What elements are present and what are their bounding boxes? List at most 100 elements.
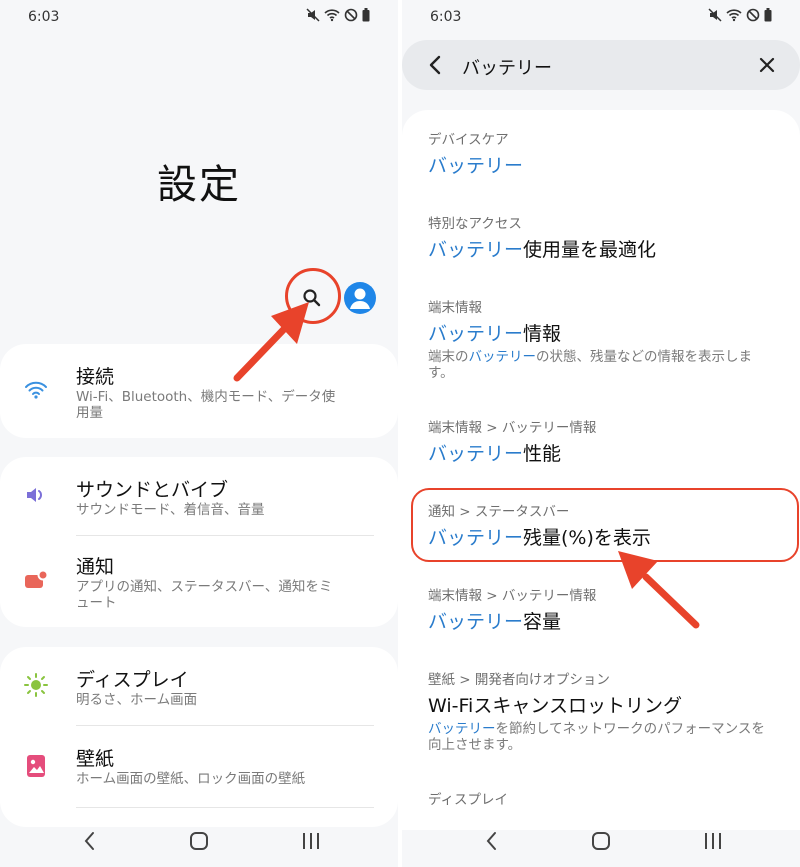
result-path: 端末情報 > バッテリー情報 (428, 588, 597, 604)
profile-icon (350, 288, 370, 309)
close-icon (759, 57, 775, 73)
search-input[interactable]: バッテリー (462, 54, 552, 80)
status-time: 6:03 (430, 9, 462, 25)
blocked-icon (344, 8, 358, 22)
result-desc-match: バッテリー (428, 721, 496, 737)
back-icon (429, 55, 441, 75)
result-title-rest: 残量(%)を表示 (523, 527, 651, 549)
result-title: バッテリー容量 (428, 609, 778, 635)
mute-icon (708, 8, 722, 22)
search-result[interactable]: 通知 > ステータスバー バッテリー残量(%)を表示 (428, 504, 778, 551)
search-result[interactable]: 壁紙 > 開発者向けオプション Wi-Fiスキャンスロットリング バッテリーを節… (428, 672, 778, 753)
profile-button[interactable] (344, 282, 376, 314)
result-path: 特別なアクセス (428, 216, 522, 232)
result-title-match: バッテリー (428, 527, 524, 549)
result-title: バッテリー性能 (428, 441, 778, 467)
settings-item-title: サウンドとバイブ (76, 479, 229, 501)
page-title: 設定 (157, 162, 241, 208)
nav-recents-button[interactable] (296, 829, 326, 853)
result-title-match: バッテリー (428, 155, 524, 177)
settings-item-subtitle: アプリの通知、ステータスバー、通知をミュート (76, 579, 333, 611)
nav-home-icon (592, 832, 610, 850)
settings-item-display[interactable]: ディスプレイ 明るさ、ホーム画面 (0, 647, 398, 725)
battery-icon (764, 8, 772, 22)
settings-item-subtitle: サウンドモード、着信音、音量 (76, 502, 265, 518)
result-path: 通知 > ステータスバー (428, 504, 570, 520)
result-title-match: バッテリー (428, 611, 524, 633)
status-bar: 6:03 (28, 8, 370, 28)
result-description: バッテリーを節約してネットワークのパフォーマンスを向上させます。 (428, 721, 768, 753)
wifi-status-icon (726, 9, 742, 22)
nav-home-button[interactable] (184, 829, 214, 853)
blocked-icon (746, 8, 760, 22)
search-bar: バッテリー (402, 40, 800, 90)
result-path: 端末情報 > バッテリー情報 (428, 420, 597, 436)
result-title-rest: 情報 (523, 323, 562, 345)
status-icons (306, 8, 370, 22)
nav-home-icon (190, 832, 208, 850)
result-path: デバイスケア (428, 132, 509, 148)
result-title-rest: 容量 (523, 611, 562, 633)
search-button[interactable] (296, 282, 328, 314)
result-desc-match: バッテリー (468, 349, 537, 365)
wifi-icon (22, 376, 50, 404)
result-title-rest: 性能 (523, 443, 562, 465)
search-result[interactable]: 端末情報 > バッテリー情報 バッテリー容量 (428, 588, 778, 635)
wallpaper-icon (22, 752, 50, 780)
search-results-list: デバイスケア バッテリー 特別なアクセス バッテリー使用量を最適化 端末情報 バ… (402, 110, 800, 830)
result-title: Wi-Fiスキャンスロットリング (428, 693, 778, 719)
battery-icon (362, 8, 370, 22)
search-result[interactable]: 端末情報 > バッテリー情報 バッテリー性能 (428, 420, 778, 467)
back-button[interactable] (422, 52, 448, 78)
settings-card-display: ディスプレイ 明るさ、ホーム画面 壁紙 ホーム画面の壁紙、ロック画面の壁紙 (0, 647, 398, 827)
nav-recents-button[interactable] (698, 829, 728, 853)
search-result[interactable]: 特別なアクセス バッテリー使用量を最適化 (428, 216, 778, 263)
divider (76, 807, 374, 808)
result-title: バッテリー (428, 153, 778, 179)
settings-item-notifications[interactable]: 通知 アプリの通知、ステータスバー、通知をミュート (0, 536, 398, 627)
result-title: バッテリー残量(%)を表示 (428, 525, 778, 551)
settings-card-sound: サウンドとバイブ サウンドモード、着信音、音量 通知 アプリの通知、ステータスバ… (0, 457, 398, 627)
navigation-bar (0, 815, 398, 867)
search-icon (303, 289, 321, 307)
result-title: バッテリー使用量を最適化 (428, 237, 778, 263)
result-desc-pre: 端末の (428, 349, 469, 365)
settings-card-connections: 接続 Wi-Fi、Bluetooth、機内モード、データ使用量 (0, 344, 398, 438)
settings-item-subtitle: ホーム画面の壁紙、ロック画面の壁紙 (76, 771, 306, 787)
settings-item-sound[interactable]: サウンドとバイブ サウンドモード、着信音、音量 (0, 457, 398, 535)
result-path: 端末情報 (428, 300, 482, 316)
navigation-bar (402, 815, 800, 867)
search-results-panel: 6:03 バッテリー デバイスケア バッテリー 特別なアクセス バッテリー使用量… (402, 0, 800, 867)
result-path: ディスプレイ (428, 792, 509, 808)
search-result[interactable]: ディスプレイ (428, 792, 778, 809)
search-result[interactable]: デバイスケア バッテリー (428, 132, 778, 179)
settings-item-subtitle: 明るさ、ホーム画面 (76, 692, 198, 708)
settings-panel: 6:03 設定 接続 Wi-Fi、Bluetooth、機内モード、データ使用量 (0, 0, 398, 867)
mute-icon (306, 8, 320, 22)
notification-icon (22, 566, 50, 594)
status-bar: 6:03 (430, 8, 772, 28)
nav-recents-icon (705, 833, 721, 849)
result-title-match: バッテリー (428, 239, 524, 261)
volume-icon (22, 481, 50, 509)
nav-back-button[interactable] (74, 829, 104, 853)
status-icons (708, 8, 772, 22)
settings-item-title: 壁紙 (76, 748, 115, 770)
settings-item-title: 接続 (76, 366, 115, 388)
result-path: 壁紙 > 開発者向けオプション (428, 672, 610, 688)
settings-item-title: 通知 (76, 556, 115, 578)
clear-button[interactable] (754, 52, 780, 78)
search-result[interactable]: 端末情報 バッテリー情報 端末のバッテリーの状態、残量などの情報を表示します。 (428, 300, 778, 381)
result-title-match: バッテリー (428, 443, 524, 465)
nav-recents-icon (303, 833, 319, 849)
nav-back-button[interactable] (476, 829, 506, 853)
brightness-icon (22, 671, 50, 699)
result-title-rest: Wi-Fiスキャンスロットリング (428, 695, 682, 717)
nav-home-button[interactable] (586, 829, 616, 853)
wifi-status-icon (324, 9, 340, 22)
result-title-rest: 使用量を最適化 (523, 239, 657, 261)
settings-item-connections[interactable]: 接続 Wi-Fi、Bluetooth、機内モード、データ使用量 (0, 344, 398, 438)
settings-item-wallpaper[interactable]: 壁紙 ホーム画面の壁紙、ロック画面の壁紙 (0, 726, 398, 806)
status-time: 6:03 (28, 9, 60, 25)
nav-back-icon (486, 832, 496, 850)
